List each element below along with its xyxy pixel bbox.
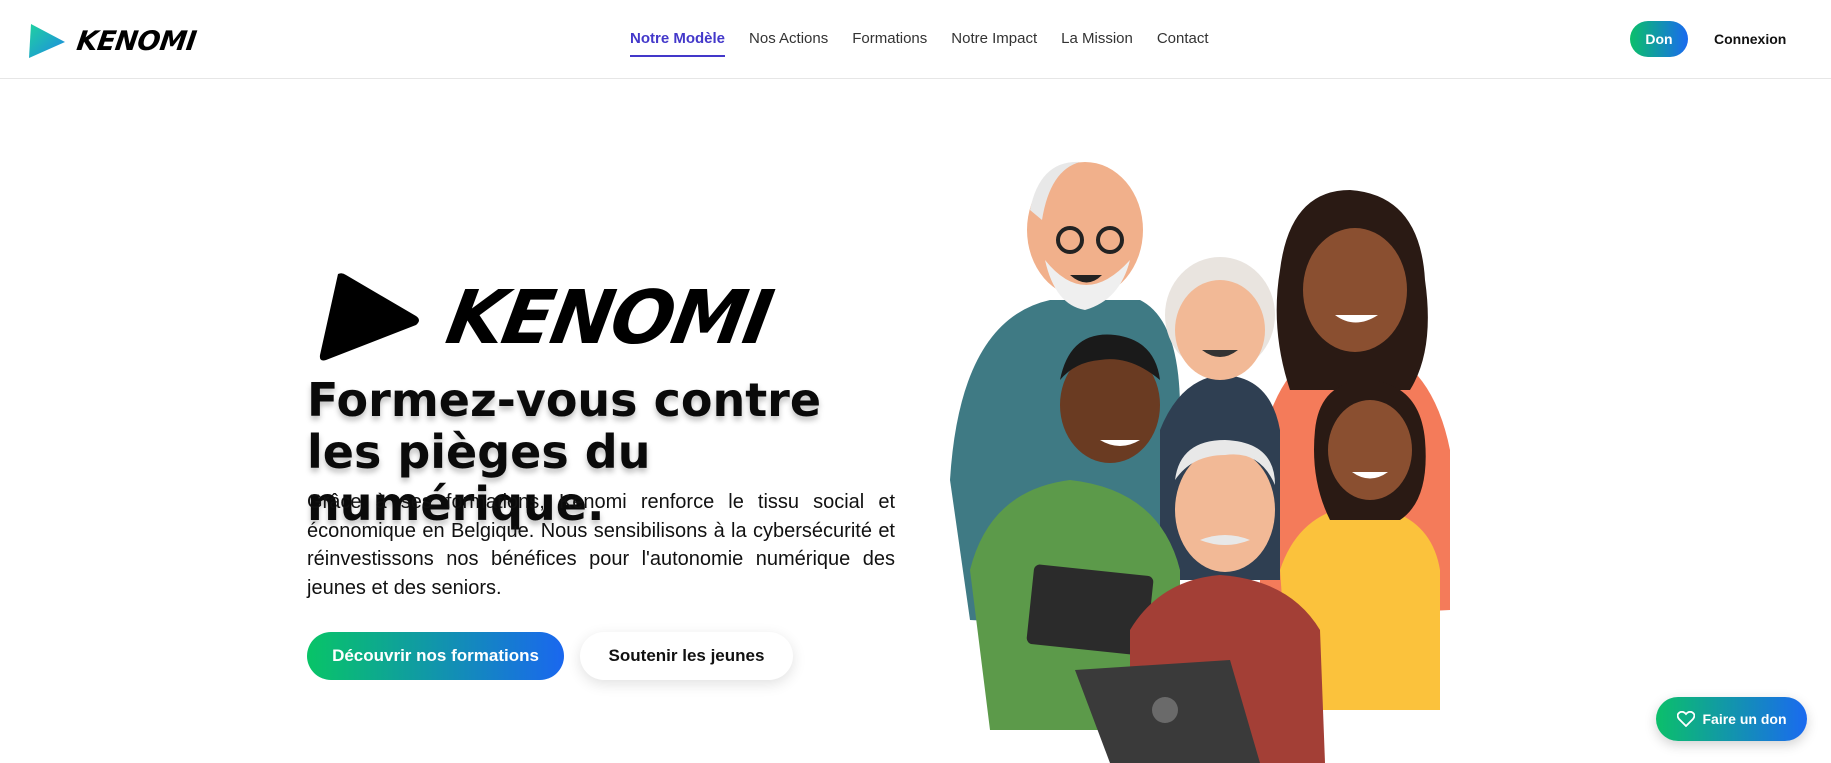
people-illustration bbox=[950, 161, 1450, 763]
nav-nos-actions[interactable]: Nos Actions bbox=[749, 30, 828, 57]
nav-formations[interactable]: Formations bbox=[852, 30, 927, 57]
nav-notre-modele[interactable]: Notre Modèle bbox=[630, 30, 726, 57]
main-nav: Notre Modèle Nos Actions Formations Notr… bbox=[630, 30, 1209, 57]
brand-name: KENOMI bbox=[74, 25, 199, 57]
discover-trainings-button[interactable]: Découvrir nos formations bbox=[307, 632, 564, 680]
site-header: KENOMI Notre Modèle Nos Actions Formatio… bbox=[0, 0, 1831, 79]
hero-logo: KENOMI bbox=[316, 272, 777, 364]
login-button[interactable]: Connexion bbox=[1700, 21, 1800, 57]
hero-description: Grâce à ses formations, Kenomi renforce … bbox=[307, 491, 895, 599]
nav-la-mission[interactable]: La Mission bbox=[1061, 30, 1133, 57]
play-logo-icon bbox=[29, 24, 65, 58]
play-logo-icon bbox=[319, 273, 419, 361]
nav-notre-impact[interactable]: Notre Impact bbox=[951, 30, 1037, 57]
donate-button[interactable]: Don bbox=[1630, 21, 1688, 57]
nav-contact[interactable]: Contact bbox=[1157, 30, 1209, 57]
heart-icon bbox=[1676, 711, 1695, 727]
hero-wordmark: KENOMI bbox=[440, 275, 778, 361]
floating-donate-label: Faire un don bbox=[1702, 711, 1787, 727]
brand-logo[interactable]: KENOMI bbox=[27, 22, 199, 60]
floating-donate-button[interactable]: Faire un don bbox=[1656, 697, 1807, 741]
support-youth-button[interactable]: Soutenir les jeunes bbox=[580, 632, 793, 680]
